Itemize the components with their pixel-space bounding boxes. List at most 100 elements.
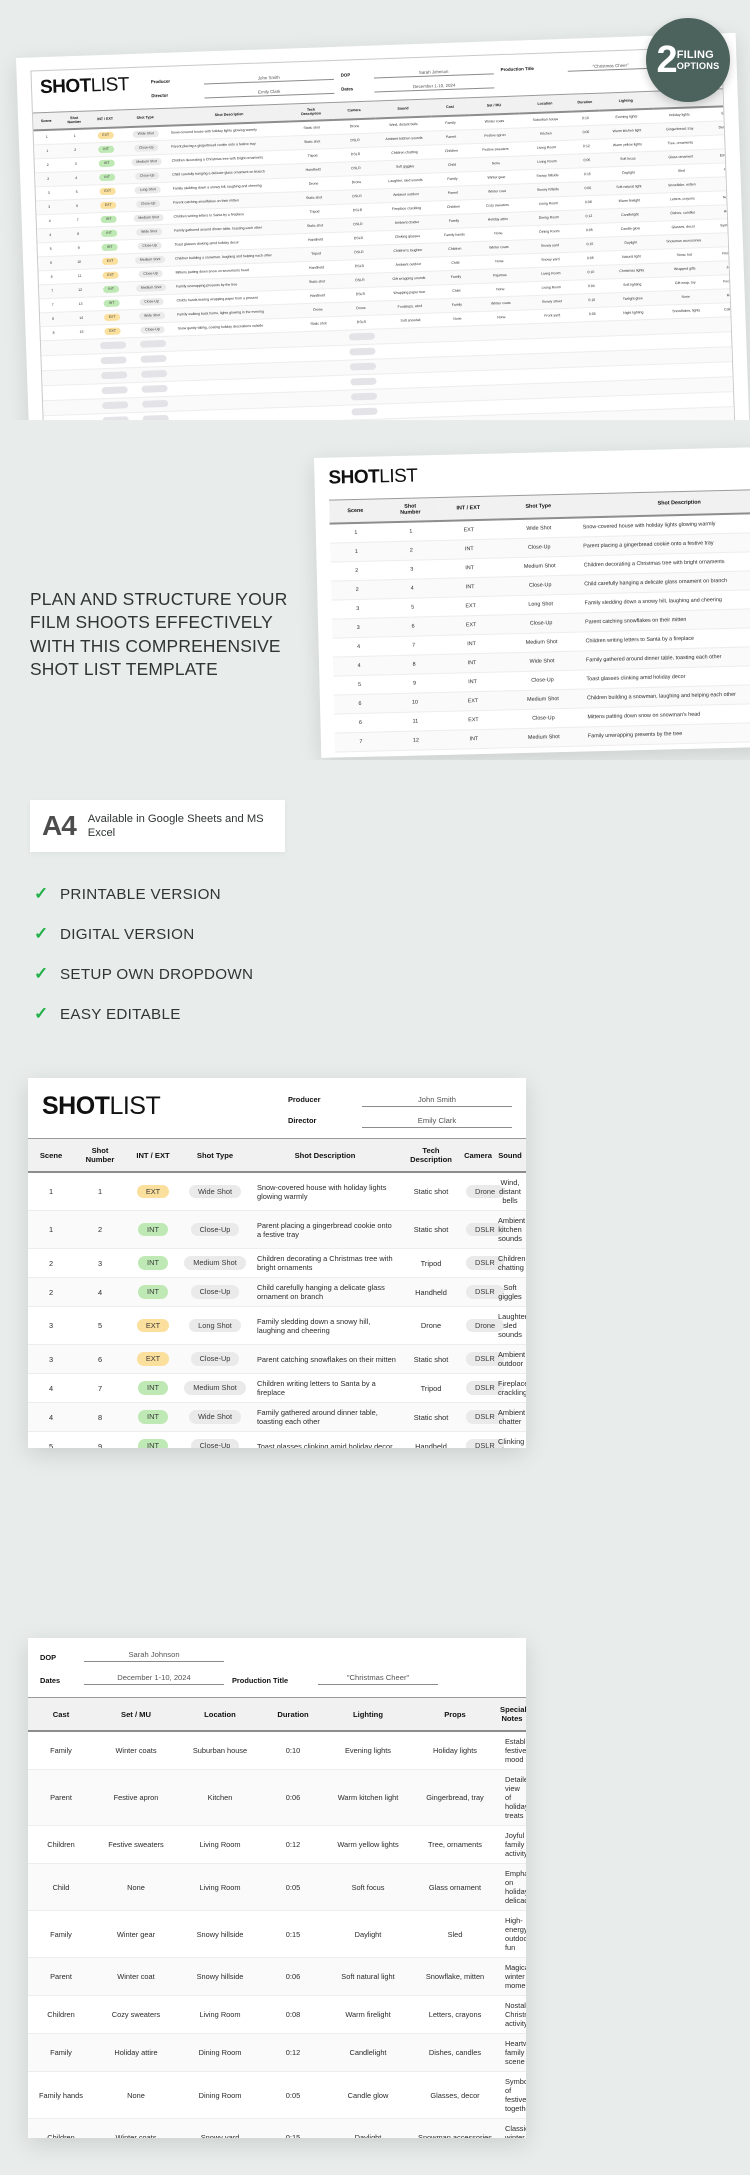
cell-empty <box>478 368 529 386</box>
cell-int-ext-pill: INT <box>101 243 118 251</box>
cell-lighting-right: Daylight <box>324 1910 412 1958</box>
cell-int-ext-mid: INT <box>440 538 499 559</box>
placeholder-bar <box>350 392 378 401</box>
col-int-ext-mid: INT / EXT <box>439 496 498 521</box>
cell-int-ext-mid: INT <box>445 747 504 758</box>
producer-value-left[interactable]: John Smith <box>362 1095 512 1107</box>
col-shot-number-mid: Shot Number <box>381 497 440 523</box>
cell-int-ext-mid: EXT <box>444 709 503 730</box>
cell-shot-number-mid: 13 <box>387 748 446 758</box>
cell-shot-number-left: 8 <box>74 1402 126 1432</box>
cell-shot-number-mid: 5 <box>383 596 442 618</box>
col-duration: Duration <box>570 93 600 112</box>
cell-shot-type-left-pill: Wide Shot <box>188 1410 242 1424</box>
cell-int-ext-mid: INT <box>443 671 502 692</box>
placeholder-bar <box>349 362 377 371</box>
cell-special-notes-right: Symbolic of festive togetherness <box>498 2071 526 2119</box>
production-title-value-right[interactable]: "Christmas Cheer" <box>318 1673 438 1685</box>
cell-camera: DSLR <box>335 188 379 205</box>
cell-shot-description-left: Child carefully hanging a delicate glass… <box>250 1277 400 1307</box>
table-row: Children Festive sweaters Living Room 0:12 W… <box>28 1825 526 1864</box>
cell-lighting-right: Warm kitchen light <box>324 1769 412 1826</box>
director-value[interactable]: Emily Clark <box>204 86 335 99</box>
cell-int-ext: INT <box>93 239 126 255</box>
cell-shot-type-mid: Medium Shot <box>501 688 585 710</box>
production-title-label-right: Production Title <box>232 1676 289 1685</box>
placeholder-bar <box>99 341 127 349</box>
placeholder-bar <box>142 399 169 408</box>
cell-duration: 0:12 <box>572 138 601 154</box>
col-sound-left: Sound <box>494 1138 526 1173</box>
cell-empty <box>128 335 178 353</box>
cell-scene-mid: 6 <box>333 693 387 714</box>
col-duration-right: Duration <box>262 1697 324 1732</box>
cell-cast: Parent <box>431 129 471 145</box>
cell-shot-number-mid: 3 <box>382 558 441 580</box>
cell-int-ext: INT <box>90 169 124 185</box>
dates-value-right[interactable]: December 1-10, 2024 <box>84 1673 224 1685</box>
cell-props-right: Holiday lights <box>412 1731 498 1770</box>
cell-tech-description-left: Tripod <box>400 1373 462 1403</box>
producer-value[interactable]: John Smith <box>203 72 334 85</box>
cell-location-right: Suburban house <box>178 1731 262 1770</box>
cell-int-ext-pill: INT <box>103 299 120 307</box>
dop-value-right[interactable]: Sarah Johnson <box>84 1650 224 1662</box>
cell-empty <box>98 382 131 399</box>
cell-scene-mid: 4 <box>332 655 386 676</box>
cell-empty <box>129 350 178 368</box>
director-value-left[interactable]: Emily Clark <box>362 1116 512 1128</box>
cell-sound-left: Ambient kitchen sounds <box>494 1210 526 1249</box>
cell-special-notes-right: Joyful family activity <box>498 1825 526 1864</box>
col-props-right: Props <box>412 1697 498 1732</box>
cell-special-notes: Nostalgic Christmas activity <box>708 188 738 206</box>
cell-shot-number-mid: 2 <box>382 539 441 561</box>
col-shot-number: Shot Number <box>58 110 90 130</box>
cell-shot-number: 3 <box>60 156 91 172</box>
cell-special-notes-right: Classic winter fun <box>498 2118 526 2138</box>
shot-list-sheet-left: SHOTLIST Producer John Smith Director Em… <box>28 1078 526 1448</box>
mid-sheet-region: SHOTLIST Producer Director SceneShotNumb… <box>290 430 750 760</box>
cell-empty <box>340 328 384 346</box>
cell-shot-number: 10 <box>63 254 95 270</box>
cell-lighting-right: Candlelight <box>324 2033 412 2072</box>
dop-value[interactable]: Sarah Johnson <box>373 67 494 79</box>
cell-shot-number-left: 1 <box>74 1172 126 1211</box>
cell-cast-right: Family <box>28 1910 94 1958</box>
production-title-label: Production Title <box>500 65 535 73</box>
cell-props-right: Snowman accessories <box>412 2118 498 2138</box>
cell-empty <box>130 395 180 413</box>
cell-empty <box>43 414 71 420</box>
production-title-value[interactable]: "Christmas Cheer" <box>567 61 654 72</box>
cell-scene-mid: 3 <box>331 598 384 619</box>
cell-tech-description-left: Handheld <box>400 1277 462 1307</box>
cell-int-ext-pill: INT <box>99 173 116 181</box>
cell-special-notes: Detailed view of holiday treats <box>705 118 738 136</box>
cell-duration-right: 0:08 <box>262 1995 324 2034</box>
cell-empty <box>298 390 344 407</box>
col-int-ext-left: INT / EXT <box>126 1138 180 1173</box>
cell-set-mu-right: None <box>94 1863 178 1911</box>
cell-int-ext: INT <box>90 155 123 171</box>
cell-sound-left: Children chatting <box>494 1248 526 1278</box>
cell-tech-description: Handheld <box>294 260 339 276</box>
cell-special-notes-right: Emphasis on holiday delicacy <box>498 1863 526 1911</box>
marketing-copy: PLAN AND STRUCTURE YOUR FILM SHOOTS EFFE… <box>30 588 300 681</box>
dates-value[interactable]: December 1-10, 2024 <box>374 81 495 93</box>
cell-int-ext-left: INT <box>126 1210 180 1249</box>
cell-empty <box>342 388 386 406</box>
cell-camera-left: DSLR <box>462 1431 504 1448</box>
cell-int-ext-pill: EXT <box>103 313 121 321</box>
brand-bold: SHOT <box>39 75 92 99</box>
cell-location-right: Snowy hillside <box>178 1957 262 1996</box>
cell-shot-number: 12 <box>64 282 96 298</box>
cell-int-ext: EXT <box>93 253 127 269</box>
cell-int-ext-pill: INT <box>98 145 115 153</box>
cell-tech-description-left: Static shot <box>400 1344 462 1374</box>
cell-int-ext: EXT <box>96 323 129 339</box>
cell-scene: 2 <box>35 171 62 187</box>
cell-shot-number-mid: 6 <box>383 615 443 637</box>
cell-duration-right: 0:12 <box>262 1825 324 1864</box>
cell-tech-description: Handheld <box>293 232 338 248</box>
cell-empty <box>298 375 343 392</box>
cell-location-right: Kitchen <box>178 1769 262 1826</box>
